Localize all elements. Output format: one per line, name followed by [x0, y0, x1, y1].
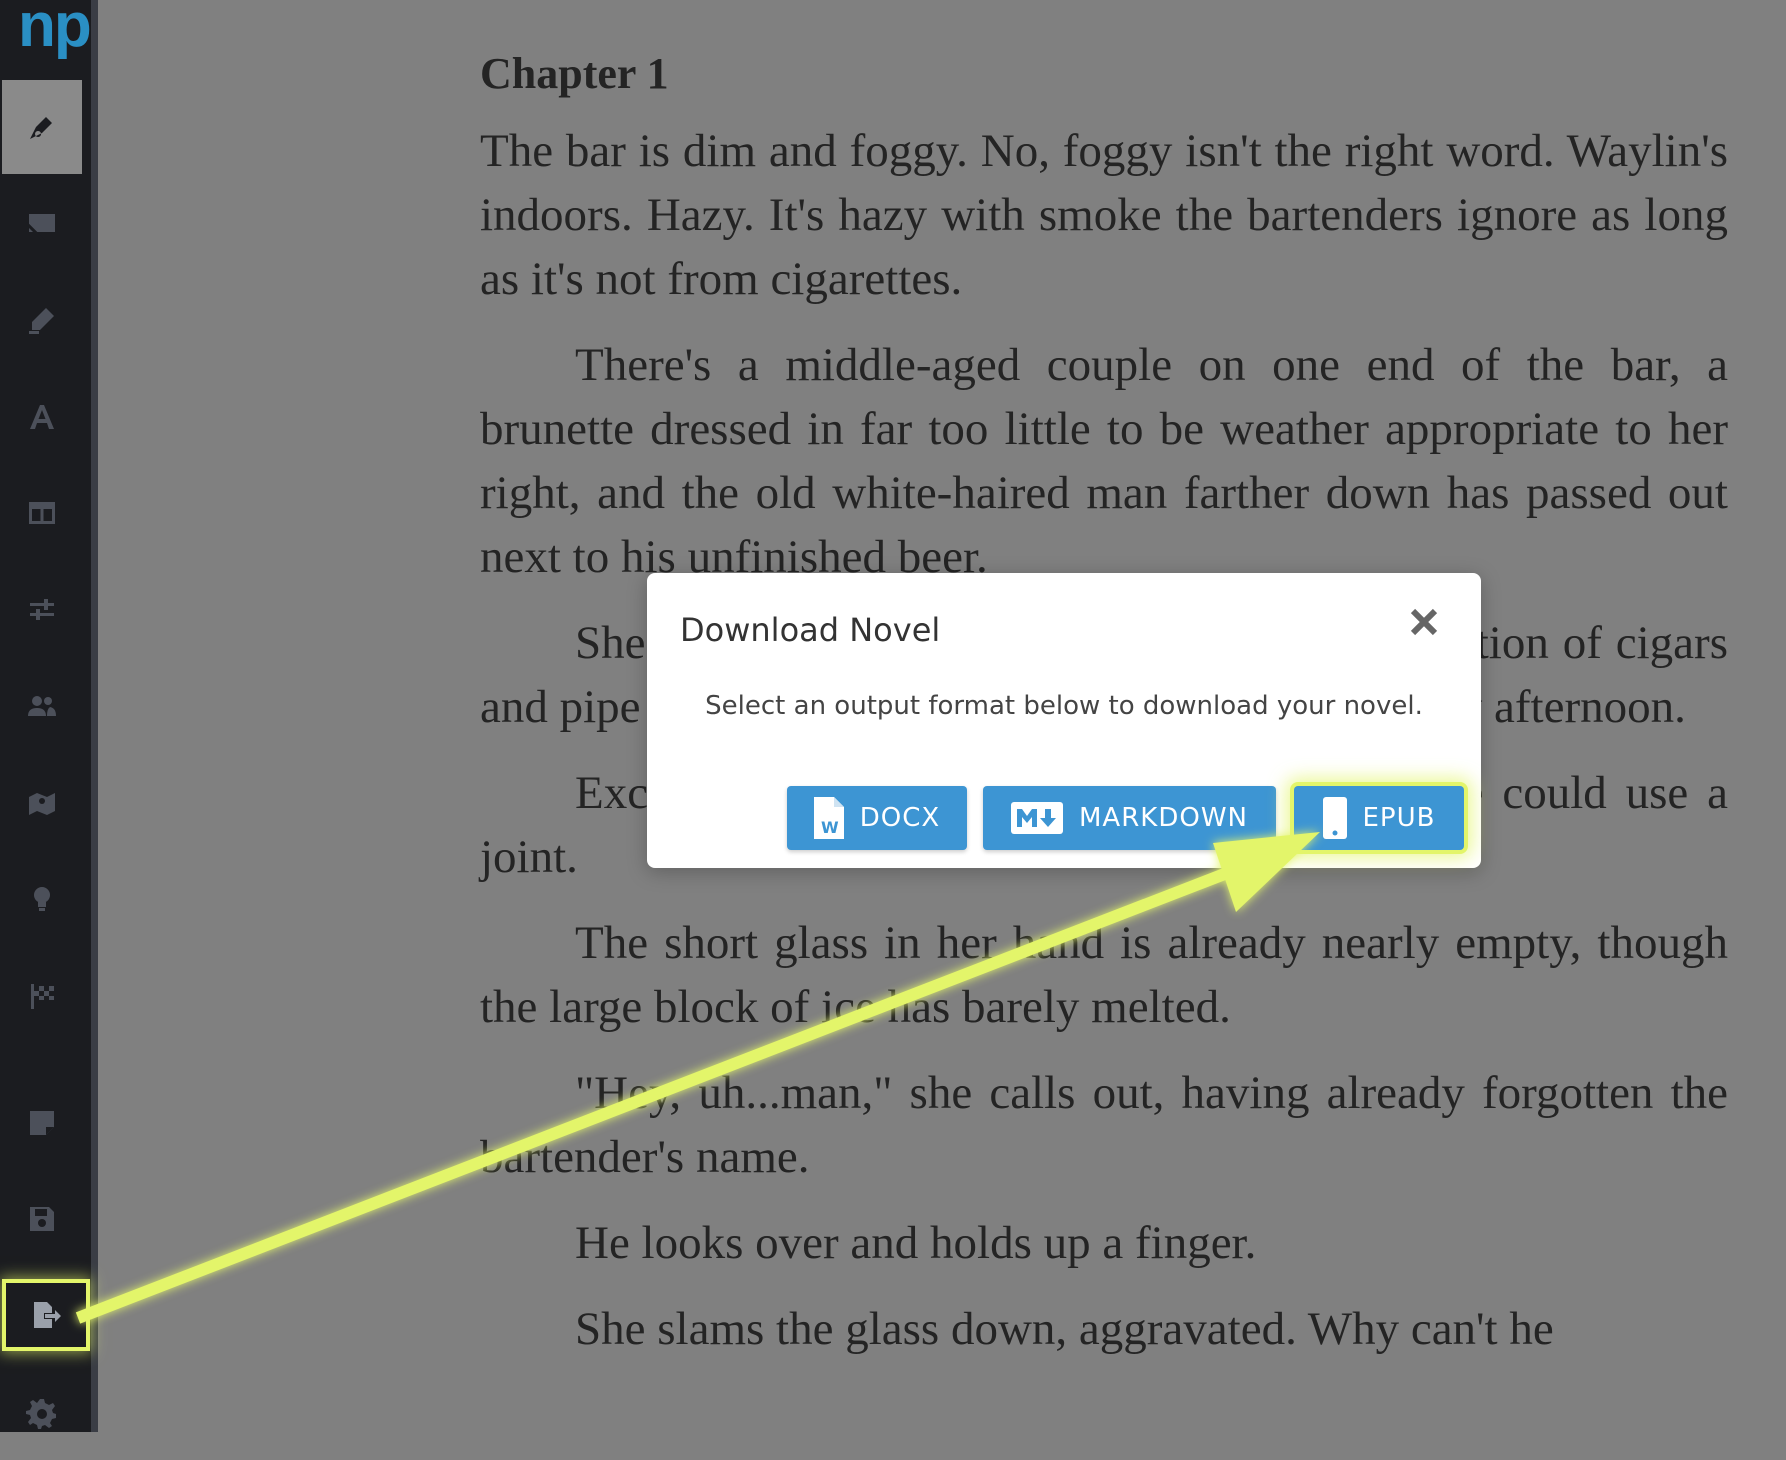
paragraph: There's a middle-aged couple on one end … — [480, 339, 1728, 583]
word-file-icon: W — [813, 797, 844, 839]
sidebar-item-sliders[interactable] — [2, 563, 82, 657]
modal-description: Select an output format below to downloa… — [705, 691, 1423, 721]
epub-button-label: EPUB — [1362, 803, 1436, 833]
sidebar-item-distraction-free[interactable] — [2, 177, 82, 271]
app-logo[interactable]: np — [18, 0, 92, 61]
lightbulb-icon — [34, 887, 50, 911]
map-icon — [29, 793, 55, 815]
chapter-title: Chapter 1 — [480, 49, 669, 98]
sidebar: np — [0, 0, 98, 1432]
file-export-icon — [34, 1302, 61, 1328]
sidebar-item-write[interactable] — [2, 80, 82, 174]
pen-nib-icon — [30, 117, 52, 139]
sidebar-item-export[interactable] — [6, 1283, 86, 1347]
sidebar-item-goals[interactable] — [2, 949, 82, 1043]
screen-off-icon — [26, 214, 55, 240]
sidebar-item-ideas[interactable] — [2, 852, 82, 946]
flag-checkered-icon — [31, 984, 54, 1009]
sidebar-item-characters[interactable] — [2, 659, 82, 753]
markdown-icon — [1011, 802, 1063, 834]
docx-button-label: DOCX — [859, 803, 941, 833]
sidebar-item-save[interactable] — [2, 1172, 82, 1266]
save-icon — [30, 1207, 54, 1231]
columns-icon — [29, 502, 55, 524]
epub-button[interactable]: EPUB — [1294, 786, 1464, 850]
sidebar-item-layout[interactable] — [2, 466, 82, 560]
sidebar-item-map[interactable] — [2, 756, 82, 850]
sidebar-item-notes[interactable] — [2, 1076, 82, 1170]
paragraph: The bar is dim and foggy. No, foggy isn'… — [480, 125, 1728, 305]
markdown-button-label: MARKDOWN — [1079, 803, 1248, 833]
svg-text:W: W — [821, 818, 840, 837]
font-icon — [30, 405, 54, 429]
marker-icon — [29, 308, 54, 334]
paragraph: He looks over and holds up a finger. — [575, 1217, 1257, 1269]
sidebar-edge — [91, 0, 98, 1432]
sidebar-item-font[interactable] — [2, 370, 82, 464]
sticky-note-icon — [30, 1111, 54, 1135]
markdown-button[interactable]: MARKDOWN — [983, 786, 1276, 850]
close-button[interactable] — [1403, 601, 1445, 643]
paragraph: She slams the glass down, aggravated. Wh… — [575, 1303, 1554, 1355]
modal-title: Download Novel — [680, 611, 941, 649]
close-icon — [1410, 608, 1438, 636]
paragraph: "Hey, uh...man," she calls out, having a… — [480, 1067, 1728, 1183]
sliders-icon — [30, 599, 54, 620]
download-novel-modal: Download Novel Select an output format b… — [647, 573, 1481, 868]
sidebar-item-highlight[interactable] — [2, 273, 82, 367]
mobile-icon — [1322, 797, 1347, 839]
gear-icon — [26, 1399, 56, 1429]
paragraph: The short glass in her hand is already n… — [480, 917, 1728, 1033]
users-icon — [28, 696, 56, 716]
sidebar-item-settings[interactable] — [2, 1366, 82, 1460]
docx-button[interactable]: W DOCX — [787, 786, 967, 850]
